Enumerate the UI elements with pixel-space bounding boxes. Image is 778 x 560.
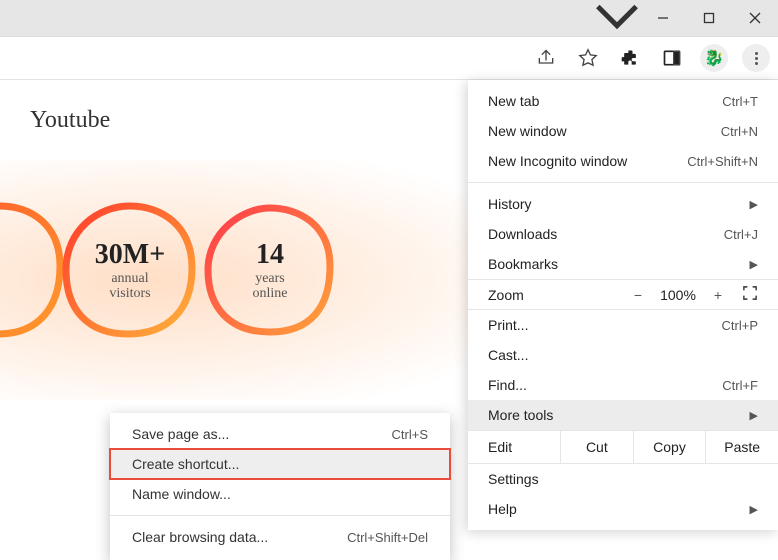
chevron-right-icon: ▶	[750, 258, 758, 271]
submenu-label: Create shortcut...	[132, 456, 239, 472]
edit-label: Edit	[468, 431, 560, 463]
menu-print[interactable]: Print... Ctrl+P	[468, 310, 778, 340]
menu-label: History	[488, 196, 532, 212]
menu-new-window[interactable]: New window Ctrl+N	[468, 116, 778, 146]
blob-outline-icon	[60, 200, 200, 340]
dragon-icon: 🐉	[704, 48, 724, 68]
menu-label: Bookmarks	[488, 256, 558, 272]
window-maximize-button[interactable]	[686, 0, 732, 36]
submenu-name-window[interactable]: Name window...	[110, 479, 450, 509]
menu-label: Find...	[488, 377, 527, 393]
menu-new-tab[interactable]: New tab Ctrl+T	[468, 86, 778, 116]
menu-shortcut: Ctrl+F	[722, 378, 758, 393]
edit-paste-button[interactable]: Paste	[705, 431, 778, 463]
menu-label: Cast...	[488, 347, 528, 363]
fullscreen-button[interactable]	[734, 286, 766, 303]
zoom-out-button[interactable]: −	[622, 287, 654, 303]
submenu-save-page[interactable]: Save page as... Ctrl+S	[110, 419, 450, 449]
menu-shortcut: Ctrl+N	[721, 124, 758, 139]
submenu-label: Save page as...	[132, 426, 229, 442]
blob-outline-icon	[200, 200, 340, 340]
menu-zoom-row: Zoom − 100% +	[468, 279, 778, 310]
zoom-in-button[interactable]: +	[702, 287, 734, 303]
maximize-icon	[703, 12, 715, 24]
minimize-icon	[657, 12, 669, 24]
chevron-right-icon: ▶	[750, 503, 758, 516]
sidepanel-button[interactable]	[658, 44, 686, 72]
submenu-create-shortcut[interactable]: Create shortcut...	[110, 449, 450, 479]
submenu-clear-data[interactable]: Clear browsing data... Ctrl+Shift+Del	[110, 522, 450, 552]
stat-blob-1: 30M+ annualvisitors	[60, 200, 200, 340]
menu-label: Downloads	[488, 226, 557, 242]
menu-edit-row: Edit Cut Copy Paste	[468, 430, 778, 464]
chrome-menu-button[interactable]	[742, 44, 770, 72]
menu-help[interactable]: Help ▶	[468, 494, 778, 524]
bookmark-button[interactable]	[574, 44, 602, 72]
submenu-shortcut: Ctrl+Shift+Del	[347, 530, 428, 545]
share-button[interactable]	[532, 44, 560, 72]
page-brand[interactable]: Youtube	[30, 107, 110, 134]
menu-shortcut: Ctrl+T	[722, 94, 758, 109]
submenu-label: Name window...	[132, 486, 231, 502]
share-icon	[536, 48, 556, 68]
menu-label: New tab	[488, 93, 539, 109]
menu-label: More tools	[488, 407, 553, 423]
menu-label: New Incognito window	[488, 153, 627, 169]
puzzle-icon	[620, 48, 640, 68]
browser-toolbar: 🐉	[0, 36, 778, 80]
menu-shortcut: Ctrl+P	[722, 318, 758, 333]
menu-shortcut: Ctrl+J	[724, 227, 758, 242]
menu-bookmarks[interactable]: Bookmarks ▶	[468, 249, 778, 279]
window-minimize-button[interactable]	[640, 0, 686, 36]
menu-more-tools[interactable]: More tools ▶	[468, 400, 778, 430]
chevron-down-icon	[594, 0, 640, 41]
submenu-separator	[110, 515, 450, 516]
star-icon	[578, 48, 598, 68]
menu-label: Help	[488, 501, 517, 517]
menu-label: Settings	[488, 471, 539, 487]
menu-label: Print...	[488, 317, 528, 333]
tab-dropdown-button[interactable]	[594, 0, 640, 36]
edit-cut-button[interactable]: Cut	[560, 431, 633, 463]
extension-dragon-button[interactable]: 🐉	[700, 44, 728, 72]
edit-copy-button[interactable]: Copy	[633, 431, 706, 463]
submenu-shortcut: Ctrl+S	[392, 427, 428, 442]
chevron-right-icon: ▶	[750, 198, 758, 211]
window-close-button[interactable]	[732, 0, 778, 36]
close-icon	[749, 12, 761, 24]
panel-icon	[662, 48, 682, 68]
stat-blob-2: 14 yearsonline	[200, 200, 340, 340]
zoom-label: Zoom	[488, 287, 622, 303]
menu-settings[interactable]: Settings	[468, 464, 778, 494]
more-tools-submenu: Save page as... Ctrl+S Create shortcut..…	[110, 413, 450, 560]
window-titlebar	[0, 0, 778, 36]
submenu-label: Clear browsing data...	[132, 529, 268, 545]
menu-history[interactable]: History ▶	[468, 189, 778, 219]
extensions-button[interactable]	[616, 44, 644, 72]
menu-downloads[interactable]: Downloads Ctrl+J	[468, 219, 778, 249]
menu-separator	[468, 182, 778, 183]
menu-shortcut: Ctrl+Shift+N	[687, 154, 758, 169]
menu-cast[interactable]: Cast...	[468, 340, 778, 370]
menu-label: New window	[488, 123, 567, 139]
chevron-right-icon: ▶	[750, 409, 758, 422]
zoom-percent: 100%	[654, 287, 702, 303]
menu-new-incognito[interactable]: New Incognito window Ctrl+Shift+N	[468, 146, 778, 176]
menu-find[interactable]: Find... Ctrl+F	[468, 370, 778, 400]
chrome-main-menu: New tab Ctrl+T New window Ctrl+N New Inc…	[468, 80, 778, 530]
fullscreen-icon	[743, 286, 757, 300]
